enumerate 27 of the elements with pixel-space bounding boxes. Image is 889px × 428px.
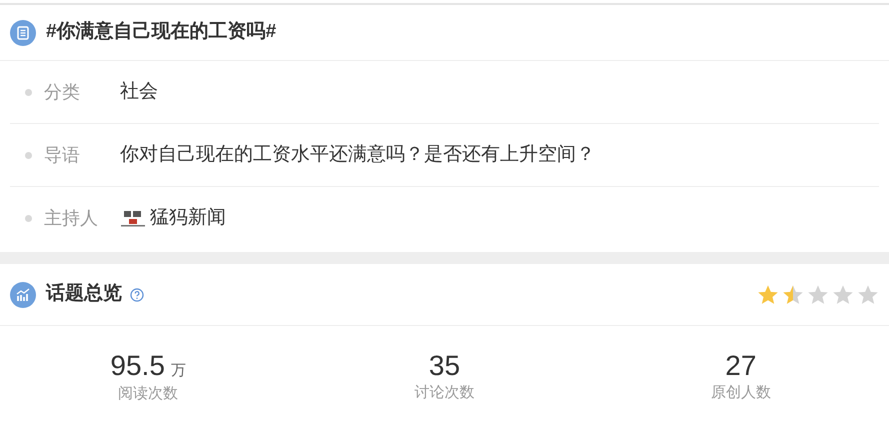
bullet-icon	[25, 215, 32, 222]
field-value: 你对自己现在的工资水平还满意吗？是否还有上升空间？	[120, 142, 595, 167]
field-label: 分类	[44, 80, 81, 104]
field-label: 导语	[44, 144, 81, 166]
star-icon	[782, 284, 804, 306]
star-icon	[807, 284, 829, 306]
star-icon	[857, 284, 879, 306]
bullet-icon	[25, 88, 32, 96]
star-icon	[757, 284, 779, 306]
stat-label: 原创人数	[710, 383, 771, 403]
stat-value: 27	[725, 350, 756, 382]
topic-title: #你满意自己现在的工资吗#	[46, 20, 276, 44]
stat-value: 35	[428, 350, 460, 382]
stat-label: 讨论次数	[414, 383, 474, 403]
help-icon[interactable]	[130, 288, 144, 302]
stat-value: 95.5	[110, 350, 165, 382]
document-icon	[10, 20, 36, 46]
chart-icon	[10, 282, 36, 308]
bullet-icon	[25, 152, 32, 158]
star-icon	[832, 284, 854, 306]
logo-icon	[120, 208, 146, 228]
stat-label: 阅读次数	[118, 384, 178, 404]
field-value: 社会	[120, 80, 158, 104]
stat-unit: 万	[170, 361, 186, 381]
field-label: 主持人	[44, 207, 99, 230]
overview-title: 话题总览	[46, 282, 122, 306]
host-name[interactable]: 猛犸新闻	[150, 204, 226, 233]
